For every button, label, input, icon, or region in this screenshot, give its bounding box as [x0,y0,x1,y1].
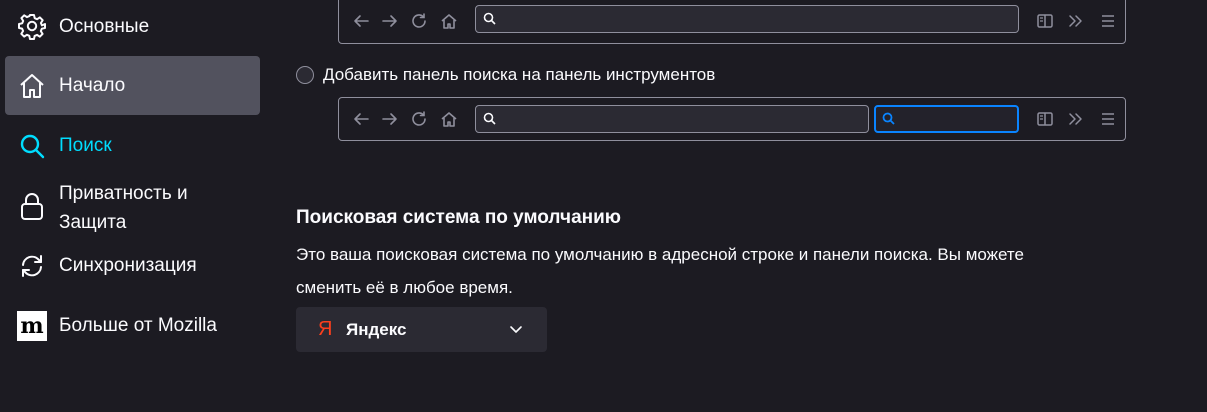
toolbar-preview-with-search-bar [338,97,1126,141]
settings-sidebar: Основные Начало Поиск Приватность и Защи… [0,0,270,412]
privacy-label-line2: Защита [59,212,127,233]
hamburger-menu-icon [1097,108,1119,130]
address-field-preview [475,5,1019,33]
add-search-bar-option[interactable]: Добавить панель поиска на панель инструм… [296,63,715,87]
toolbar-preview-address-only [338,0,1126,44]
sidebar-panel-icon [1034,108,1056,130]
back-arrow-icon [350,10,372,32]
forward-arrow-icon [379,108,401,130]
lock-icon [17,191,47,221]
reload-icon [408,108,430,130]
sidebar-item-more-from-mozilla[interactable]: m Больше от Mozilla [5,300,260,352]
chevron-down-icon [509,322,523,341]
gear-icon [17,11,47,41]
sidebar-item-label: Основные [59,16,150,37]
sync-icon [17,251,47,281]
sidebar-item-label: Приватность и Защита [59,179,188,237]
add-search-bar-radio[interactable] [296,66,314,84]
search-icon [882,112,895,130]
sidebar-item-sync[interactable]: Синхронизация [5,240,260,292]
home-icon [17,71,47,101]
overflow-chevron-icon [1064,10,1086,32]
home-icon [438,10,460,32]
privacy-label-line1: Приватность и [59,183,188,204]
home-icon [438,108,460,130]
sidebar-item-privacy[interactable]: Приватность и Защита [5,176,260,236]
sidebar-item-general[interactable]: Основные [5,0,260,56]
reload-icon [408,10,430,32]
address-field-preview [475,105,869,133]
forward-arrow-icon [379,10,401,32]
search-field-preview [874,105,1019,133]
mozilla-logo-icon: m [17,311,47,341]
hamburger-menu-icon [1097,10,1119,32]
sidebar-item-label: Синхронизация [59,255,197,276]
search-icon [483,112,496,130]
yandex-logo-icon: Я [318,318,333,340]
sidebar-item-label: Начало [59,75,126,96]
description-line-1: Это ваша поисковая система по умолчанию … [296,245,1024,264]
back-arrow-icon [350,108,372,130]
search-icon [483,12,496,30]
sidebar-panel-icon [1034,10,1056,32]
selected-engine-name: Яндекс [346,320,407,339]
sidebar-item-home[interactable]: Начало [5,56,260,115]
svg-text:m: m [20,313,43,339]
search-icon [17,131,47,161]
sidebar-item-search[interactable]: Поиск [5,118,260,173]
overflow-chevron-icon [1064,108,1086,130]
add-search-bar-label: Добавить панель поиска на панель инструм… [323,65,716,84]
description-line-2: сменить её в любое время. [296,278,513,297]
sidebar-item-label: Поиск [59,135,112,156]
default-engine-title: Поисковая система по умолчанию [296,207,622,228]
sidebar-item-label: Больше от Mozilla [59,315,217,336]
default-engine-description: Это ваша поисковая система по умолчанию … [296,238,1116,304]
default-engine-dropdown[interactable]: Я Яндекс [296,307,547,352]
